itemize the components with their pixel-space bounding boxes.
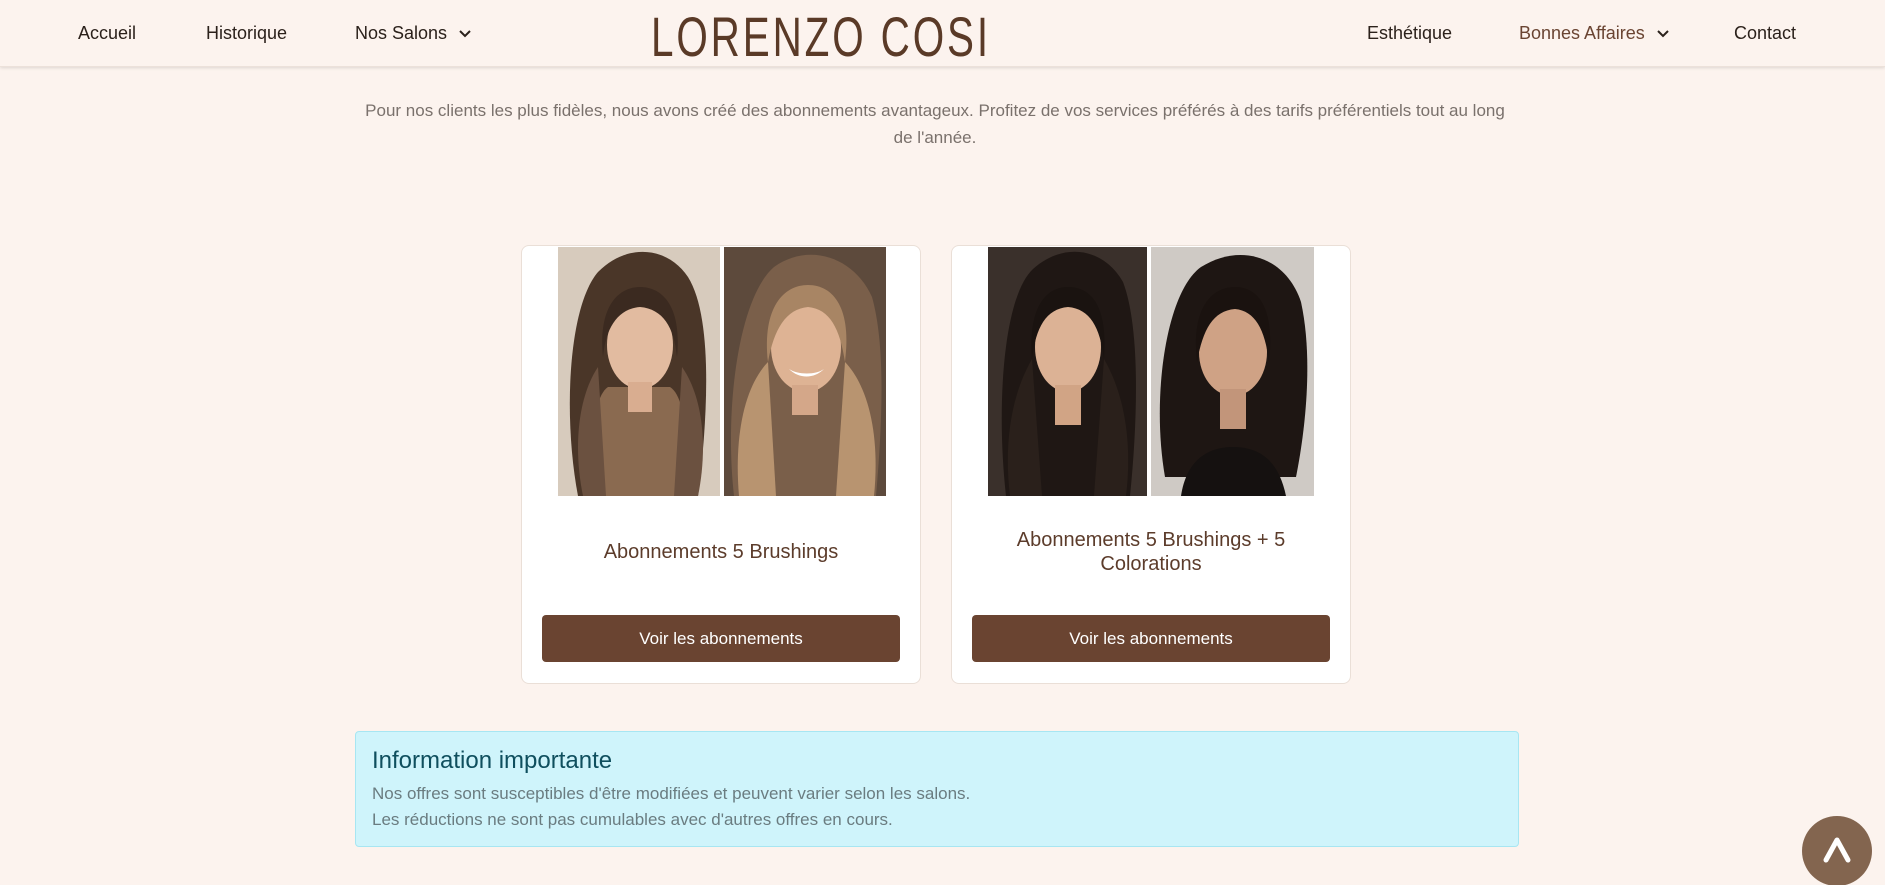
caret-up-icon bbox=[1823, 837, 1851, 863]
photo-woman-smiling-balayage bbox=[724, 247, 886, 496]
view-subscriptions-button[interactable]: Voir les abonnements bbox=[542, 615, 900, 662]
chevron-down-icon bbox=[1657, 30, 1669, 38]
info-line: Nos offres sont susceptibles d'être modi… bbox=[372, 784, 971, 803]
nav-link-esthetique[interactable]: Esthétique bbox=[1367, 22, 1452, 44]
nav-link-contact[interactable]: Contact bbox=[1734, 22, 1796, 44]
info-line: Les réductions ne sont pas cumulables av… bbox=[372, 810, 893, 829]
photo-woman-straight-dark-hair bbox=[988, 247, 1147, 496]
photo-woman-dark-shoulder-hair bbox=[1151, 247, 1314, 496]
nav-dropdown-label: Nos Salons bbox=[355, 23, 448, 43]
chevron-down-icon bbox=[459, 30, 471, 38]
important-info-alert: Information importante Nos offres sont s… bbox=[355, 731, 1519, 847]
info-title: Information importante bbox=[372, 747, 613, 774]
view-subscriptions-button[interactable]: Voir les abonnements bbox=[972, 615, 1330, 662]
svg-text:LORENZO COSI: LORENZO COSI bbox=[651, 5, 991, 64]
nav-dropdown-nos-salons[interactable]: Nos Salons bbox=[355, 22, 472, 44]
top-navbar: Accueil Historique Nos Salons LORENZO CO… bbox=[0, 0, 1885, 67]
subscription-card-brushings: Abonnements 5 Brushings Voir les abonnem… bbox=[521, 245, 921, 684]
nav-link-accueil[interactable]: Accueil bbox=[78, 22, 136, 44]
card-title: Abonnements 5 Brushings bbox=[603, 541, 839, 563]
intro-text: Pour nos clients les plus fidèles, nous … bbox=[365, 101, 1505, 147]
card-title: Abonnements 5 Brushings + 5 Colorations bbox=[1016, 529, 1286, 575]
nav-dropdown-label: Bonnes Affaires bbox=[1519, 23, 1645, 43]
nav-link-historique[interactable]: Historique bbox=[206, 22, 287, 44]
lorenzo-cosi-logo[interactable]: LORENZO COSI bbox=[648, 4, 994, 64]
photo-woman-long-wavy-hair bbox=[558, 247, 720, 496]
scroll-to-top-button[interactable] bbox=[1802, 816, 1872, 885]
subscription-card-brushings-colorations: Abonnements 5 Brushings + 5 Colorations … bbox=[951, 245, 1351, 684]
nav-dropdown-bonnes-affaires[interactable]: Bonnes Affaires bbox=[1519, 22, 1670, 44]
